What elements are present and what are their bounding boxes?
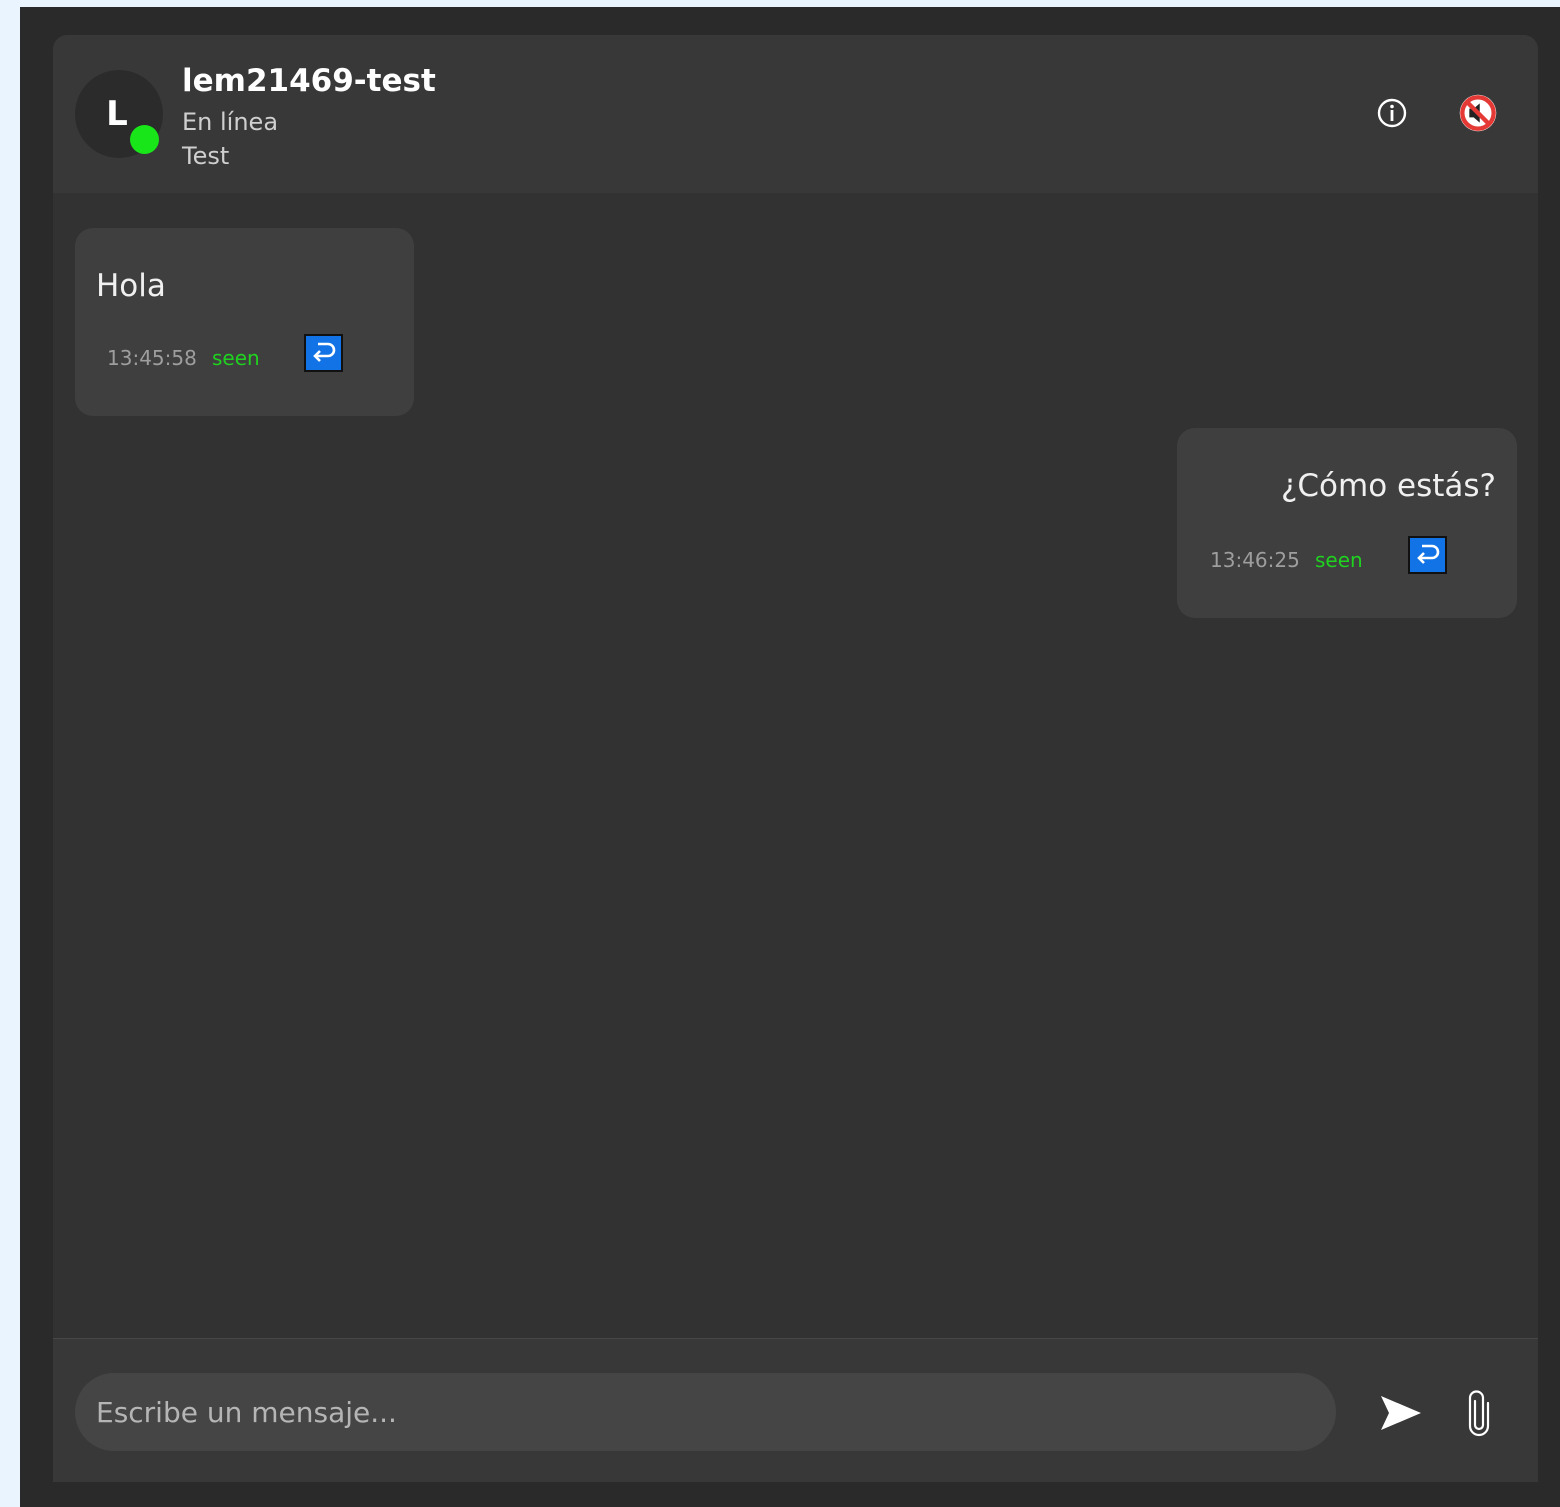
message-time: 13:45:58 [107, 346, 197, 370]
chat-window: L lem21469-test En línea Test Hola 13:45… [53, 35, 1538, 1482]
message-bubble: Hola 13:45:58 seen [75, 228, 414, 416]
chat-app: L lem21469-test En línea Test Hola 13:45… [20, 7, 1560, 1507]
message-list[interactable]: Hola 13:45:58 seen ¿Cómo estás? 13:46:25… [53, 193, 1538, 1338]
contact-name: lem21469-test [182, 63, 436, 99]
message-text: Hola [96, 268, 166, 304]
contact-status: En línea [182, 108, 279, 136]
reply-icon [1416, 544, 1439, 564]
message-bubble: ¿Cómo estás? 13:46:25 seen [1177, 428, 1517, 618]
info-icon [1377, 98, 1407, 128]
reply-button[interactable] [304, 334, 343, 372]
info-button[interactable] [1372, 93, 1412, 133]
mute-icon [1459, 94, 1497, 132]
message-status: seen [1315, 548, 1363, 572]
message-composer [53, 1338, 1538, 1482]
online-indicator [130, 125, 159, 154]
mute-button[interactable] [1458, 93, 1498, 133]
send-button[interactable] [1379, 1393, 1423, 1433]
send-icon [1381, 1396, 1421, 1430]
contact-description: Test [182, 142, 230, 170]
message-time: 13:46:25 [1210, 548, 1300, 572]
reply-button[interactable] [1408, 536, 1447, 574]
paperclip-icon [1468, 1390, 1490, 1437]
chat-header: L lem21469-test En línea Test [53, 35, 1538, 193]
message-text: ¿Cómo estás? [1280, 468, 1496, 504]
message-status: seen [212, 346, 260, 370]
message-input[interactable] [75, 1373, 1336, 1451]
reply-icon [312, 342, 335, 362]
attach-button[interactable] [1466, 1389, 1492, 1437]
